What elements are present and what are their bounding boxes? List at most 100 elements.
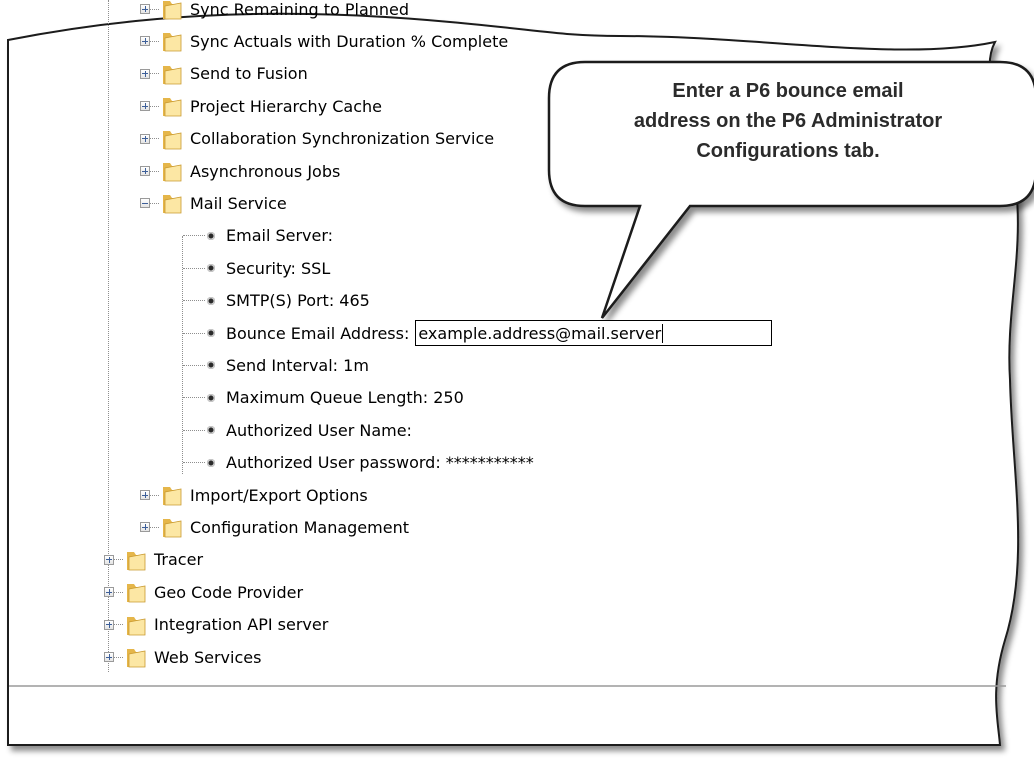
tree-node-label: Send to Fusion	[190, 64, 308, 84]
callout-line: address on the P6 Administrator	[633, 110, 943, 132]
tree-node-label: Collaboration Synchronization Service	[190, 129, 495, 149]
tree-node-setting[interactable]: Send Interval: 1m	[183, 349, 369, 381]
tree-node-folder[interactable]: Integration API server	[104, 609, 328, 641]
tree-node-setting[interactable]: Authorized User Name:	[183, 414, 412, 446]
expand-plus-icon[interactable]	[104, 554, 114, 565]
status-area	[8, 684, 1008, 744]
tree-connector	[150, 170, 159, 172]
folder-icon	[163, 98, 182, 117]
setting-bullet-icon	[207, 264, 215, 273]
setting-label: Authorized User Name:	[226, 420, 412, 440]
setting-bullet-icon	[207, 458, 215, 467]
expand-plus-icon[interactable]	[104, 652, 114, 662]
folder-icon	[163, 1, 182, 20]
tree-connector	[183, 300, 205, 302]
tree-connector	[114, 591, 123, 593]
folder-icon	[127, 616, 146, 635]
tree-connector	[183, 235, 205, 237]
tree-node-label: Mail Service	[190, 193, 287, 213]
tree-node-folder[interactable]: Geo Code Provider	[104, 576, 303, 608]
callout-line: Enter a P6 bounce email	[672, 80, 904, 102]
setting-bullet-icon	[207, 361, 215, 370]
tree-connector	[183, 267, 205, 269]
bounce-email-input[interactable]: example.address@mail.server	[415, 320, 773, 346]
setting-label: Send Interval: 1m	[226, 355, 369, 375]
tree-node-label: Asynchronous Jobs	[190, 161, 341, 181]
tree-node-folder[interactable]: Tracer	[104, 544, 203, 576]
tree-node-folder[interactable]: Mail Service	[140, 187, 287, 219]
tree-node-label: Configuration Management	[190, 517, 409, 537]
tree-connector	[183, 332, 205, 334]
setting-label: SMTP(S) Port: 465	[226, 291, 370, 311]
tree-node-folder[interactable]: Import/Export Options	[140, 479, 368, 511]
tree-connector	[183, 397, 205, 399]
tree-node-label: Geo Code Provider	[154, 582, 304, 602]
expand-plus-icon[interactable]	[140, 101, 150, 112]
setting-label: Bounce Email Address:	[226, 323, 410, 343]
expand-plus-icon[interactable]	[104, 619, 114, 630]
tree-connector	[150, 138, 159, 140]
folder-icon	[163, 487, 182, 506]
tree-node-folder[interactable]: Sync Actuals with Duration % Complete	[140, 25, 508, 57]
tree-node-folder[interactable]: Collaboration Synchronization Service	[140, 123, 494, 155]
collapse-minus-icon[interactable]	[140, 198, 150, 209]
tree-node-setting[interactable]: SMTP(S) Port: 465	[183, 285, 370, 317]
tree-node-label: Integration API server	[154, 615, 329, 635]
setting-bullet-icon	[207, 296, 215, 305]
tree-connector	[114, 559, 123, 561]
expand-plus-icon[interactable]	[140, 68, 150, 79]
tree-node-label: Web Services	[154, 647, 262, 667]
expand-plus-icon[interactable]	[140, 166, 150, 176]
tree-connector	[150, 494, 159, 496]
tree-node-label: Tracer	[154, 550, 204, 570]
tree-connector	[150, 105, 159, 107]
setting-bullet-icon	[207, 231, 215, 240]
folder-icon	[163, 195, 182, 214]
tree-node-folder[interactable]: Project Hierarchy Cache	[140, 90, 382, 122]
expand-plus-icon[interactable]	[140, 133, 150, 144]
tree-node-setting[interactable]: Maximum Queue Length: 250	[183, 382, 464, 414]
tree-connector	[150, 8, 159, 10]
callout-text: Enter a P6 bounce email address on the P…	[548, 76, 1028, 166]
setting-bounce-email[interactable]: Bounce Email Address: example.address@mai…	[183, 317, 773, 349]
folder-icon	[163, 33, 182, 52]
folder-icon	[127, 649, 146, 668]
folder-icon	[163, 130, 182, 149]
tree-node-label: Sync Remaining to Planned	[190, 0, 410, 19]
callout-line: Configurations tab.	[696, 140, 880, 162]
tree-node-folder[interactable]: Send to Fusion	[140, 58, 308, 90]
tree-node-label: Project Hierarchy Cache	[190, 96, 383, 116]
tree-connector	[114, 624, 123, 626]
tree-node-setting[interactable]: Security: SSL	[183, 252, 330, 284]
expand-plus-icon[interactable]	[104, 587, 114, 598]
tree-node-folder[interactable]: Asynchronous Jobs	[140, 155, 340, 187]
tree-node-setting[interactable]: Email Server:	[183, 220, 333, 252]
setting-label: Email Server:	[226, 226, 334, 246]
expand-plus-icon[interactable]	[140, 522, 150, 533]
tree-connector	[183, 462, 205, 464]
folder-icon	[127, 584, 146, 603]
setting-label: Maximum Queue Length: 250	[226, 388, 464, 408]
tree-connector	[183, 429, 205, 431]
setting-label: Authorized User password: ***********	[226, 453, 534, 473]
tree-connector	[183, 364, 205, 366]
tree-node-label: Import/Export Options	[190, 485, 368, 505]
tree-node-setting[interactable]: Authorized User password: ***********	[183, 447, 534, 479]
tree-connector	[150, 40, 159, 42]
setting-bullet-icon	[207, 329, 215, 337]
tree-node-label: Sync Actuals with Duration % Complete	[190, 31, 509, 51]
folder-icon	[163, 163, 182, 182]
setting-bullet-icon	[207, 393, 215, 402]
setting-label: Security: SSL	[226, 258, 331, 278]
expand-plus-icon[interactable]	[140, 36, 150, 47]
folder-icon	[163, 65, 182, 85]
setting-bullet-icon	[207, 426, 215, 435]
tree-node-folder[interactable]: Web Services	[104, 641, 261, 673]
expand-plus-icon[interactable]	[140, 490, 150, 500]
tree-node-folder[interactable]: Configuration Management	[140, 511, 409, 543]
tree-node-folder[interactable]: Sync Remaining to Planned	[140, 0, 409, 25]
tree-connector	[150, 73, 159, 75]
expand-plus-icon[interactable]	[140, 4, 150, 14]
folder-icon	[127, 551, 146, 571]
tree-connector	[114, 656, 123, 658]
